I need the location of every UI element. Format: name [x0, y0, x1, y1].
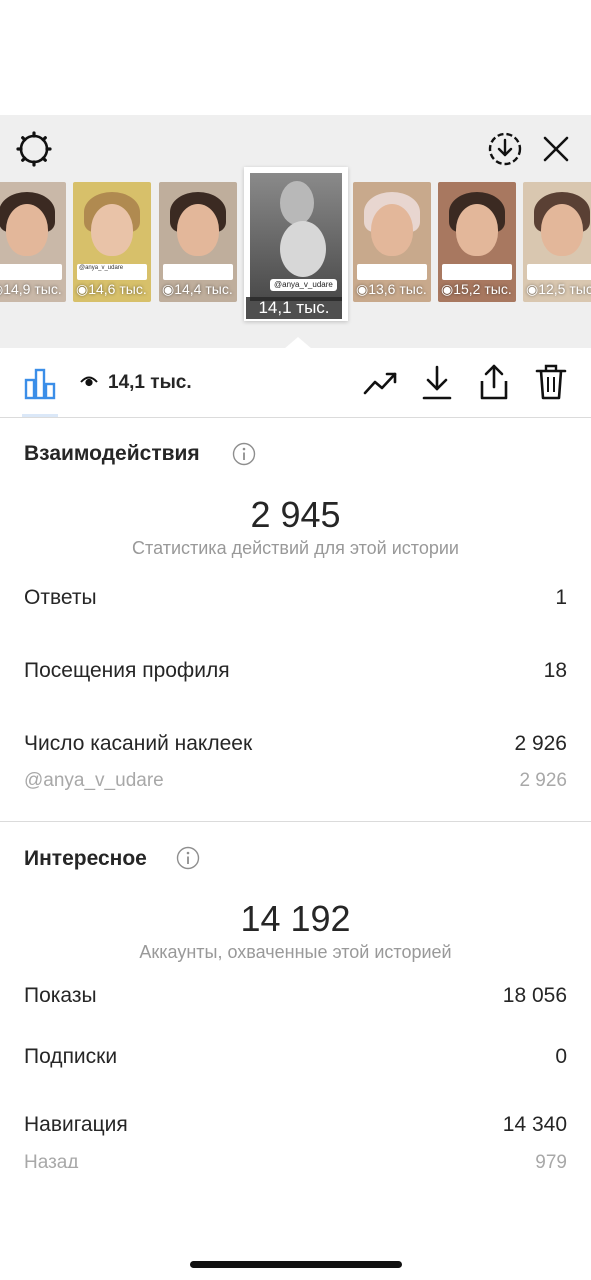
- download-icon[interactable]: [420, 364, 454, 402]
- discovery-total: 14 192: [240, 898, 351, 939]
- impressions-value: 18 056: [502, 984, 567, 1007]
- selected-story-views: 14,1 тыс.: [246, 297, 342, 319]
- interactions-subtitle: Статистика действий для этой истории: [132, 538, 459, 558]
- sticker-mention-label: @anya_v_udare: [24, 770, 164, 791]
- navigation-label: Навигация: [24, 1113, 128, 1136]
- replies-value: 1: [555, 586, 567, 609]
- bar-chart-icon[interactable]: [20, 364, 60, 402]
- sticker-mention-value: 2 926: [519, 770, 567, 791]
- profile-visits-label: Посещения профиля: [24, 659, 230, 682]
- discovery-subtitle: Аккаунты, охваченные этой историей: [139, 942, 452, 962]
- home-indicator[interactable]: [190, 1261, 402, 1268]
- story-view-count: 14,1 тыс.: [108, 372, 192, 393]
- thumbnail-views: ◉14,9 тыс.: [0, 281, 62, 297]
- info-icon[interactable]: [176, 846, 200, 870]
- sticker-taps-label: Число касаний наклеек: [24, 732, 253, 755]
- follows-value: 0: [555, 1045, 567, 1068]
- status-area: [0, 0, 591, 115]
- profile-visits-value: 18: [543, 659, 567, 682]
- story-thumbnail[interactable]: @anya_v_udare ◉14,6 тыс.: [73, 182, 151, 302]
- save-story-icon[interactable]: [486, 130, 524, 168]
- story-thumbnail[interactable]: ◉14,9 тыс.: [0, 182, 66, 302]
- thumbnail-caption: @anya_v_udare: [77, 264, 147, 280]
- thumbnail-views: ◉14,4 тыс.: [162, 281, 233, 297]
- back-label: Назад: [24, 1152, 79, 1168]
- story-tray: ◉14,9 тыс. @anya_v_udare ◉14,6 тыс. ◉14,…: [0, 115, 591, 349]
- thumbnail-views: ◉14,6 тыс.: [76, 281, 147, 297]
- active-tab-indicator: [22, 414, 58, 417]
- delete-icon[interactable]: [534, 362, 568, 402]
- story-thumbnail[interactable]: ◉12,5 тыс.: [523, 182, 591, 302]
- close-icon[interactable]: [538, 131, 574, 167]
- sticker-taps-value: 2 926: [514, 732, 567, 755]
- back-row: Назад 979: [0, 1150, 591, 1168]
- thumbnail-views: ◉15,2 тыс.: [441, 281, 512, 297]
- share-icon[interactable]: [477, 362, 511, 402]
- settings-icon[interactable]: [14, 129, 54, 169]
- discovery-title: Интересное: [24, 847, 147, 870]
- story-toolbar: 14,1 тыс.: [0, 348, 591, 418]
- replies-label: Ответы: [24, 586, 97, 609]
- impressions-label: Показы: [24, 984, 97, 1007]
- follows-label: Подписки: [24, 1045, 118, 1068]
- story-mention-tag: @anya_v_udare: [270, 279, 337, 291]
- navigation-value: 14 340: [502, 1113, 567, 1136]
- thumbnail-views: ◉12,5 тыс.: [526, 281, 591, 297]
- eye-icon: [80, 374, 98, 388]
- interactions-total: 2 945: [250, 494, 341, 535]
- story-thumbnail[interactable]: ◉15,2 тыс.: [438, 182, 516, 302]
- back-value: 979: [535, 1152, 567, 1168]
- promote-trend-icon[interactable]: [362, 366, 400, 400]
- thumbnail-views: ◉13,6 тыс.: [356, 281, 427, 297]
- story-thumbnail[interactable]: ◉13,6 тыс.: [353, 182, 431, 302]
- interactions-title: Взаимодействия: [24, 442, 200, 465]
- section-divider: [0, 821, 591, 822]
- story-thumbnail-selected[interactable]: @anya_v_udare 14,1 тыс.: [244, 167, 348, 321]
- info-icon[interactable]: [232, 442, 256, 466]
- story-thumbnail[interactable]: ◉14,4 тыс.: [159, 182, 237, 302]
